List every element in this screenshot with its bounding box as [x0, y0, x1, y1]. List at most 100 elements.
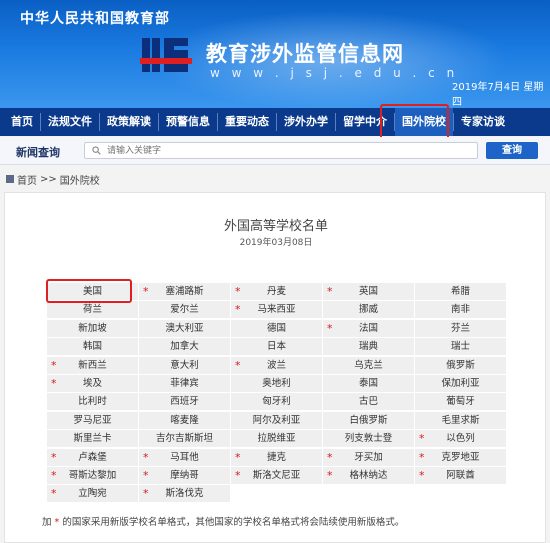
footnote-star-icon: * — [54, 517, 60, 528]
country-link[interactable]: 奥地利 — [231, 374, 322, 392]
country-name: 新加坡 — [78, 322, 107, 334]
country-link[interactable]: 斯里兰卡 — [47, 430, 138, 448]
country-link[interactable]: 德国 — [231, 319, 322, 337]
country-link[interactable]: 澳大利亚 — [139, 319, 230, 337]
site-logo-icon[interactable] — [140, 34, 192, 78]
new-format-star-icon: * — [327, 450, 333, 464]
country-link[interactable]: 列支敦士登 — [323, 430, 414, 448]
nav-item-warnings[interactable]: 预警信息 — [159, 108, 217, 136]
country-name: 澳大利亚 — [165, 322, 204, 334]
new-format-star-icon: * — [235, 450, 241, 464]
country-link[interactable]: 日本 — [231, 338, 322, 356]
country-link[interactable]: 白俄罗斯 — [323, 411, 414, 429]
country-link[interactable]: * 卢森堡 — [47, 448, 138, 466]
nav-item-cooperative-schools[interactable]: 涉外办学 — [277, 108, 335, 136]
country-link[interactable]: * 新西兰 — [47, 356, 138, 374]
country-link[interactable]: * 埃及 — [47, 374, 138, 392]
country-link[interactable]: * 格林纳达 — [323, 466, 414, 484]
search-field[interactable] — [84, 142, 478, 159]
country-link[interactable]: * 哥斯达黎加 — [47, 466, 138, 484]
country-link[interactable]: 希腊 — [415, 283, 506, 300]
breadcrumb-current[interactable]: 国外院校 — [60, 172, 100, 187]
country-name: 爱尔兰 — [170, 304, 199, 316]
country-link[interactable]: 菲律宾 — [139, 374, 230, 392]
country-link[interactable]: 喀麦隆 — [139, 411, 230, 429]
country-name: 阿尔及利亚 — [252, 414, 301, 426]
country-name: 罗马尼亚 — [73, 414, 112, 426]
country-link[interactable]: * 阿联酋 — [415, 466, 506, 484]
country-link[interactable]: 西班牙 — [139, 393, 230, 411]
country-link[interactable]: * 丹麦 — [231, 283, 322, 300]
country-link[interactable]: * 波兰 — [231, 356, 322, 374]
country-link[interactable]: * 捷克 — [231, 448, 322, 466]
breadcrumb-home-link[interactable]: 首页 — [17, 172, 37, 187]
page-title: 外国高等学校名单 — [223, 219, 328, 234]
country-link[interactable]: 加拿大 — [139, 338, 230, 356]
country-link[interactable]: 匈牙利 — [231, 393, 322, 411]
country-name: 阿联酋 — [446, 469, 475, 481]
nav-item-interviews[interactable]: 专家访谈 — [454, 108, 512, 136]
nav-item-regulations[interactable]: 法规文件 — [41, 108, 99, 136]
country-link[interactable]: 比利时 — [47, 393, 138, 411]
country-link[interactable]: 瑞士 — [415, 338, 506, 356]
country-link[interactable]: 毛里求斯 — [415, 411, 506, 429]
country-name: 泰国 — [358, 377, 378, 389]
country-link[interactable]: 乌克兰 — [323, 356, 414, 374]
country-name: 加拿大 — [170, 341, 199, 353]
country-link[interactable]: 挪威 — [323, 301, 414, 319]
nav-item-news[interactable]: 重要动态 — [218, 108, 276, 136]
country-link[interactable]: * 英国 — [323, 283, 414, 300]
highlight-box-nav — [380, 104, 449, 140]
country-name: 芬兰 — [450, 322, 470, 334]
new-format-star-icon: * — [419, 450, 425, 464]
country-link[interactable]: * 摩纳哥 — [139, 466, 230, 484]
country-link[interactable]: 爱尔兰 — [139, 301, 230, 319]
breadcrumb-marker-icon — [6, 175, 14, 183]
country-name: 牙买加 — [354, 451, 383, 463]
country-name: 克罗地亚 — [441, 451, 480, 463]
country-link[interactable]: 葡萄牙 — [415, 393, 506, 411]
country-link[interactable]: 新加坡 — [47, 319, 138, 337]
country-name: 毛里求斯 — [441, 414, 480, 426]
country-link[interactable]: * 马耳他 — [139, 448, 230, 466]
country-name: 塞浦路斯 — [165, 286, 204, 297]
country-link[interactable]: * 塞浦路斯 — [139, 283, 230, 300]
country-link[interactable]: 泰国 — [323, 374, 414, 392]
country-link[interactable]: * 马来西亚 — [231, 301, 322, 319]
empty-cell — [323, 485, 414, 502]
country-name: 列支敦士登 — [344, 433, 393, 445]
country-link[interactable]: 意大利 — [139, 356, 230, 374]
country-link[interactable]: * 法国 — [323, 319, 414, 337]
country-link[interactable]: 吉尔吉斯斯坦 — [139, 430, 230, 448]
new-format-star-icon: * — [51, 358, 57, 372]
country-link[interactable]: 瑞典 — [323, 338, 414, 356]
country-row: * 卢森堡 * 马耳他 * 捷克 * 牙买加 * 克罗地亚 — [47, 448, 507, 467]
country-row: 斯里兰卡 吉尔吉斯斯坦 拉脱维亚 列支敦士登 * 以色列 — [47, 430, 507, 448]
country-name: 葡萄牙 — [446, 396, 475, 408]
country-link[interactable]: 俄罗斯 — [415, 356, 506, 374]
country-row: 韩国 加拿大 日本 瑞典 瑞士 — [47, 338, 507, 356]
country-link[interactable]: * 牙买加 — [323, 448, 414, 466]
country-link[interactable]: * 克罗地亚 — [415, 448, 506, 466]
nav-item-home[interactable]: 首页 — [4, 108, 40, 136]
search-input[interactable] — [107, 144, 467, 157]
country-link[interactable]: 古巴 — [323, 393, 414, 411]
search-button[interactable]: 查询 — [486, 142, 538, 159]
country-link[interactable]: 芬兰 — [415, 319, 506, 337]
nav-item-policy[interactable]: 政策解读 — [100, 108, 158, 136]
country-name: 新西兰 — [78, 359, 107, 371]
content-panel: 外国高等学校名单 2019年03月08日 美国 * 塞浦路斯 * 丹麦 * 英国 希腊 荷兰 爱尔… — [4, 192, 546, 543]
country-link[interactable]: 阿尔及利亚 — [231, 411, 322, 429]
country-link[interactable]: 南非 — [415, 301, 506, 319]
country-link[interactable]: * 斯洛伐克 — [139, 485, 230, 503]
country-link[interactable]: 韩国 — [47, 338, 138, 356]
country-link[interactable]: 保加利亚 — [415, 374, 506, 392]
country-link[interactable]: * 以色列 — [415, 430, 506, 448]
country-link[interactable]: 拉脱维亚 — [231, 430, 322, 448]
ministry-name[interactable]: 中华人民共和国教育部 — [20, 8, 170, 28]
country-link[interactable]: 罗马尼亚 — [47, 411, 138, 429]
country-link[interactable]: 荷兰 — [47, 301, 138, 319]
country-link[interactable]: * 立陶宛 — [47, 485, 138, 503]
country-name: 埃及 — [82, 377, 102, 389]
country-link[interactable]: * 斯洛文尼亚 — [231, 466, 322, 484]
